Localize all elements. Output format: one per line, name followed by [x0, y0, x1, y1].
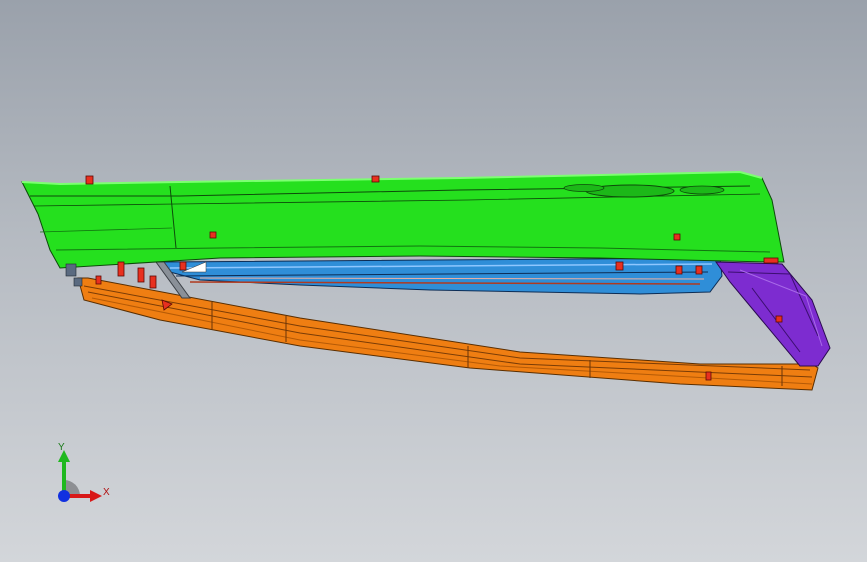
left-end-tabs	[65, 263, 83, 287]
z-axis-dot	[58, 490, 70, 502]
axis-triad	[58, 450, 102, 502]
green-side-sill-cover[interactable]	[21, 170, 785, 269]
purple-end-cap[interactable]	[715, 261, 831, 367]
cad-model[interactable]	[0, 0, 867, 562]
x-axis-arrowhead	[90, 490, 102, 502]
blue-inner-reinforcement[interactable]	[158, 257, 723, 295]
x-axis-label: X	[103, 487, 110, 498]
y-axis-label: Y	[58, 442, 65, 453]
cad-graphics-viewport[interactable]: Y X	[0, 0, 867, 562]
